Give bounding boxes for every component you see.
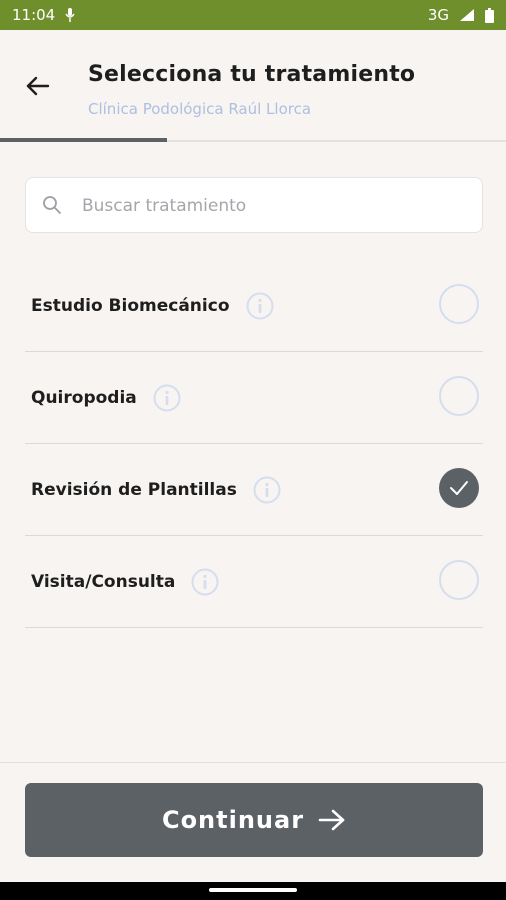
progress-fill — [0, 138, 167, 142]
signal-icon — [459, 8, 475, 22]
status-time: 11:04 — [12, 6, 56, 24]
continue-label: Continuar — [161, 806, 305, 834]
header: Selecciona tu tratamiento Clínica Podoló… — [0, 30, 506, 142]
home-indicator[interactable] — [209, 888, 297, 892]
treatment-item[interactable]: Estudio Biomecánico — [25, 260, 483, 352]
info-icon[interactable] — [253, 476, 281, 504]
treatment-list: Estudio Biomecánico Quiropodia Revisión … — [25, 260, 483, 628]
treatment-item[interactable]: Visita/Consulta — [25, 536, 483, 628]
treatment-name: Visita/Consulta — [31, 571, 176, 592]
radio-button[interactable] — [439, 376, 479, 416]
radio-button-checked[interactable] — [439, 468, 479, 508]
network-type: 3G — [427, 6, 449, 24]
radio-button[interactable] — [439, 284, 479, 324]
check-icon — [450, 481, 468, 495]
search-box — [25, 177, 483, 234]
info-icon[interactable] — [153, 384, 181, 412]
info-icon[interactable] — [191, 568, 219, 596]
search-input[interactable] — [80, 178, 474, 234]
mic-icon — [65, 7, 75, 23]
progress-bar — [0, 138, 506, 142]
search-icon — [42, 195, 62, 215]
status-bar: 11:04 3G — [0, 0, 506, 30]
arrow-left-icon — [26, 76, 50, 100]
status-right: 3G — [428, 6, 494, 24]
treatment-item[interactable]: Quiropodia — [25, 352, 483, 444]
footer-divider — [0, 762, 506, 763]
status-left: 11:04 — [12, 6, 75, 24]
battery-icon — [485, 7, 494, 23]
treatment-name: Revisión de Plantillas — [31, 479, 237, 500]
clinic-name: Clínica Podológica Raúl Llorca — [88, 100, 312, 118]
continue-button[interactable]: Continuar — [25, 783, 483, 857]
page-title: Selecciona tu tratamiento — [88, 62, 416, 87]
navigation-bar — [0, 882, 506, 900]
radio-button[interactable] — [439, 560, 479, 600]
arrow-right-icon — [318, 808, 346, 832]
treatment-item[interactable]: Revisión de Plantillas — [25, 444, 483, 536]
info-icon[interactable] — [246, 292, 274, 320]
treatment-name: Quiropodia — [31, 387, 137, 408]
treatment-name: Estudio Biomecánico — [31, 295, 230, 316]
back-button[interactable] — [18, 70, 58, 106]
